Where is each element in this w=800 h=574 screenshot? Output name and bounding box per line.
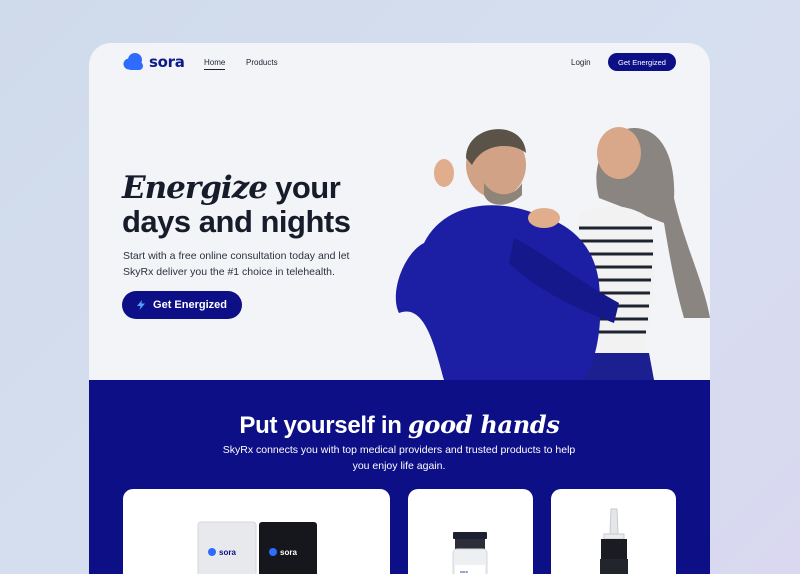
hero-get-energized-button[interactable]: Get Energized — [122, 291, 242, 319]
product-card-vial[interactable]: sora — [408, 489, 533, 574]
packet-label-dark: sora — [280, 548, 297, 557]
login-link[interactable]: Login — [571, 58, 591, 67]
hero-title-italic: Energize — [122, 170, 268, 206]
cloud-logo-icon — [123, 53, 143, 70]
top-navigation: sora Home Products Login Get Energized — [89, 43, 710, 83]
hero-couple-dancing-image — [395, 127, 710, 380]
good-hands-section: Put yourself in good hands SkyRx connect… — [89, 380, 710, 574]
section-title-prefix: Put yourself in — [239, 412, 408, 439]
packet-label-light: sora — [219, 548, 236, 557]
nav-products-link[interactable]: Products — [246, 58, 278, 67]
bolt-icon — [137, 300, 146, 310]
hero-cta-label: Get Energized — [153, 299, 227, 311]
packets-product-image — [197, 521, 317, 574]
hero-title-rest: your — [267, 170, 341, 205]
brand-name: sora — [149, 53, 185, 71]
hero-title-line2: days and nights — [122, 204, 351, 239]
section-subtitle: SkyRx connects you with top medical prov… — [222, 444, 576, 472]
nav-get-energized-button[interactable]: Get Energized — [608, 53, 676, 71]
section-title: Put yourself in good hands — [89, 410, 710, 440]
section-title-italic: good hands — [407, 410, 560, 439]
vial-product-image — [452, 532, 488, 574]
brand-logo[interactable]: sora — [123, 52, 185, 72]
vial-label: sora — [460, 569, 468, 574]
hero-title: Energize your days and nights — [122, 171, 402, 239]
product-card-packets[interactable]: sora sora — [123, 489, 390, 574]
nav-home-link[interactable]: Home — [204, 58, 226, 70]
nasal-spray-product-image — [600, 508, 628, 574]
hero-subtitle: Start with a free online consultation to… — [123, 250, 350, 278]
product-card-spray[interactable] — [551, 489, 676, 574]
app-frame: sora Home Products Login Get Energized E… — [89, 43, 710, 574]
